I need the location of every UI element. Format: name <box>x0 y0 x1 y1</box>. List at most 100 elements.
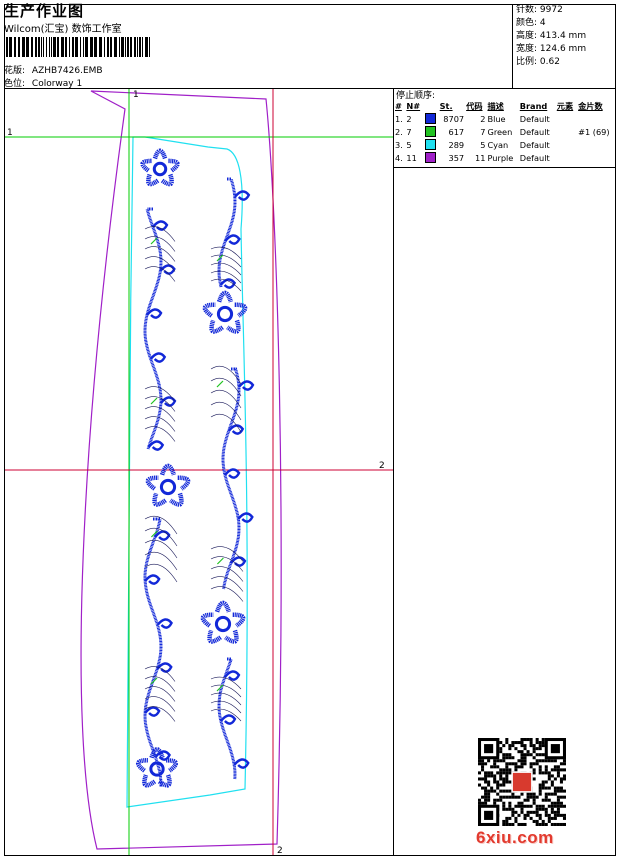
row-brand: Default <box>519 126 550 137</box>
row-needle: 5 <box>406 139 412 150</box>
embroidery-design: 1 1 2 2 <box>5 89 393 855</box>
stat-stitches: 针数: 9972 <box>516 5 563 15</box>
curl-motif <box>144 706 161 717</box>
curl-motif <box>149 352 167 363</box>
panel-divider <box>393 168 394 856</box>
flower-motif <box>200 600 246 644</box>
design-file-label: 花版: <box>4 66 26 76</box>
row-desc: Blue <box>487 113 506 124</box>
stop-sequence-table: # N# St. 代码 描述 Brand 元素 金片数 1. 2 8707 2 Blue… <box>394 100 616 164</box>
qr-code <box>478 738 566 826</box>
watermark: 6xiu.com <box>476 828 554 847</box>
col-needle: N# <box>406 101 421 111</box>
row-index: 4. <box>395 152 403 163</box>
row-brand: Default <box>519 113 550 124</box>
col-sequin: 金片数 <box>578 101 603 111</box>
green-leaf <box>150 397 158 405</box>
row-desc: Green <box>487 126 513 137</box>
vine-motif <box>143 517 163 787</box>
fill-hatch <box>144 563 178 583</box>
fill-hatch <box>144 426 176 442</box>
row-code: 11 <box>475 152 486 163</box>
stat-height: 高度: 413.4 mm <box>516 31 587 41</box>
col-brand: Brand <box>519 101 548 111</box>
col-desc: 描述 <box>487 101 504 111</box>
guide-label-v1: 1 <box>133 90 139 100</box>
guide-label-h2: 2 <box>379 461 385 471</box>
fill-hatch <box>210 684 242 698</box>
table-row: 2. 7 617 7 Green Default #1 (69) <box>394 125 616 138</box>
row-element <box>556 112 577 125</box>
row-index: 3. <box>395 139 403 150</box>
row-element <box>556 151 577 164</box>
table-row: 3. 5 289 5 Cyan Default <box>394 138 616 151</box>
curl-motif <box>219 714 237 725</box>
row-brand: Default <box>519 139 550 150</box>
fill-hatch <box>210 700 242 714</box>
row-code: 7 <box>480 126 486 137</box>
row-brand: Default <box>519 152 550 163</box>
col-code: 代码 <box>466 101 483 111</box>
row-code: 5 <box>480 139 486 150</box>
row-sequin <box>577 151 616 164</box>
row-stitches: 357 <box>448 152 465 163</box>
row-code: 2 <box>480 113 486 124</box>
guide-label-h1: 1 <box>7 128 13 138</box>
fill-hatch <box>210 413 242 433</box>
row-sequin: #1 (69) <box>578 126 610 137</box>
row-element <box>556 138 577 151</box>
curl-motif <box>151 220 169 231</box>
guide-label-v2: 2 <box>277 846 283 855</box>
row-element <box>556 125 577 138</box>
green-leaf <box>150 237 158 245</box>
fill-hatch <box>210 262 242 276</box>
col-element: 元素 <box>556 101 574 111</box>
col-stitches: St. <box>439 101 453 111</box>
design-file-row: 花版: AZHB7426.EMB <box>4 63 103 76</box>
flower-motif <box>145 463 191 507</box>
table-row: 4. 11 357 11 Purple Default <box>394 151 616 164</box>
fill-hatch <box>210 377 242 397</box>
fill-hatch <box>210 389 242 409</box>
curl-motif <box>147 440 165 451</box>
row-needle: 11 <box>406 152 417 163</box>
table-row: 1. 2 8707 2 Blue Default <box>394 112 616 125</box>
barcode <box>6 37 150 57</box>
row-index: 1. <box>395 113 403 124</box>
curl-motif <box>237 380 255 391</box>
fill-hatch <box>144 416 176 432</box>
row-needle: 7 <box>406 126 412 137</box>
row-sequin <box>577 112 616 125</box>
vine-motif <box>221 367 241 590</box>
table-header-row: # N# St. 代码 描述 Brand 元素 金片数 <box>394 100 616 112</box>
flower-motif <box>202 290 248 334</box>
page-title: 生产作业图 <box>4 2 85 20</box>
fill-hatch <box>144 539 178 559</box>
fill-hatch <box>210 254 242 268</box>
vine-motif <box>143 207 163 450</box>
fill-hatch <box>210 546 244 562</box>
row-sequin <box>577 138 616 151</box>
stop-sequence-panel: 停止顺序: # N# St. 代码 描述 Brand 元素 金片数 1. 2 870… <box>393 88 616 168</box>
fill-hatch <box>210 586 244 602</box>
row-desc: Cyan <box>487 139 509 150</box>
fill-hatch <box>210 692 242 706</box>
curl-motif <box>224 468 241 479</box>
flower-motif <box>140 148 180 187</box>
software-name: Wilcom(汇宝) 数饰工作室 <box>4 24 122 35</box>
row-index: 2. <box>395 126 403 137</box>
green-leaf <box>216 557 224 565</box>
stat-colors: 颜色: 4 <box>516 18 546 28</box>
row-needle: 2 <box>406 113 412 124</box>
color-swatch <box>424 125 439 138</box>
col-index: # <box>395 101 402 111</box>
row-stitches: 617 <box>448 126 465 137</box>
curl-motif <box>237 512 254 523</box>
color-swatch <box>424 138 439 151</box>
curl-motif <box>144 574 161 585</box>
stats-block: 针数: 9972 颜色: 4 高度: 413.4 mm 宽度: 124.6 mm… <box>512 4 617 88</box>
row-desc: Purple <box>487 152 514 163</box>
stat-width: 宽度: 124.6 mm <box>516 44 587 54</box>
color-swatch <box>424 112 439 125</box>
embroidery-motifs <box>136 148 255 788</box>
